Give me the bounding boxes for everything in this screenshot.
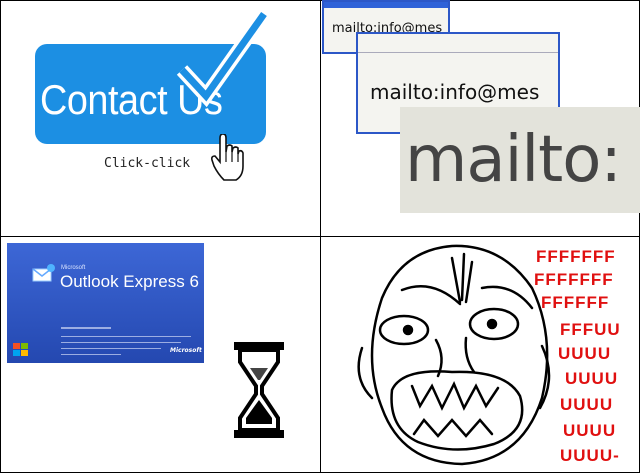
microsoft-brand-small: Microsoft	[61, 265, 86, 271]
microsoft-brand-footer: Microsoft	[170, 347, 202, 354]
splash-text-line	[61, 354, 121, 355]
click-click-caption: Click-click	[104, 156, 191, 171]
rage-text-line-3: FFFFFF	[541, 293, 610, 312]
rage-text-line-8: UUUU	[563, 421, 617, 440]
outlook-express-logo-icon	[32, 264, 55, 282]
checkmark-icon	[176, 9, 270, 108]
splash-text-line	[61, 327, 111, 329]
rage-text-line-4: FFFUU	[560, 320, 621, 339]
outlook-express-splash: Microsoft Outlook Express 6 Microsoft	[7, 243, 204, 363]
outlook-express-title: Outlook Express 6	[60, 272, 199, 291]
mailto-link-zoomed[interactable]: mailto:	[405, 123, 622, 197]
rage-text-line-5: UUUU	[558, 344, 612, 363]
rage-text-line-1: FFFFFFF	[536, 247, 616, 266]
splash-text-line	[61, 342, 181, 343]
hourglass-icon	[234, 342, 284, 438]
splash-text-line	[61, 336, 191, 337]
rage-face-icon	[357, 244, 551, 466]
rage-text-line-2: FFFFFFF	[534, 270, 614, 289]
rage-text-line-9: UUUU-	[560, 446, 620, 465]
rage-text-line-7: UUUU	[560, 395, 614, 414]
hand-pointer-icon	[211, 134, 244, 181]
windows-flag-icon	[13, 343, 28, 356]
mailto-link-medium[interactable]: mailto:info@mes	[370, 80, 539, 104]
splash-text-line	[61, 348, 161, 349]
rage-text-line-6: UUUU	[565, 369, 619, 388]
